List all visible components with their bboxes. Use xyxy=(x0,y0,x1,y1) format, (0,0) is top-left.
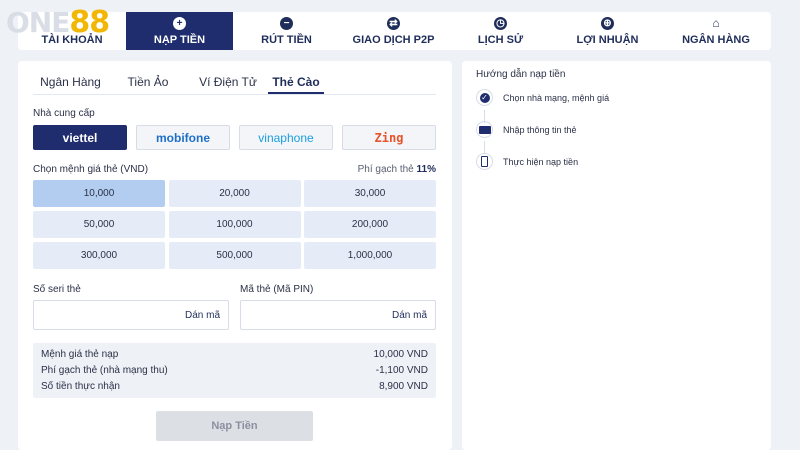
guide-step-label: Thực hiện nạp tiền xyxy=(503,156,579,167)
nav-deposit-label: NẠP TIỀN xyxy=(153,33,206,46)
summary-label: Phí gạch thẻ (nhà mạng thu) xyxy=(41,365,168,376)
provider-list: viettel mobifone vinaphone Zing xyxy=(33,125,436,150)
nav-withdraw-label: RÚT TIỀN xyxy=(261,33,312,46)
card-icon xyxy=(476,121,493,138)
provider-viettel[interactable]: viettel xyxy=(33,125,127,150)
guide-panel: Hướng dẫn nạp tiền ✓ Chọn nhà mạng, mệnh… xyxy=(462,61,771,450)
nav-bank-label: NGÂN HÀNG xyxy=(682,33,750,46)
provider-vinaphone-label: vinaphone xyxy=(258,130,314,145)
plus-icon: + xyxy=(173,16,186,30)
nav-profit-label: LỢI NHUẬN xyxy=(576,33,639,46)
provider-vinaphone[interactable]: vinaphone xyxy=(239,125,333,150)
guide-step-label: Chọn nhà mạng, mệnh giá xyxy=(503,92,610,103)
guide-step-1: ✓ Chọn nhà mạng, mệnh giá xyxy=(476,89,609,106)
pin-paste-button[interactable]: Dán mã xyxy=(392,310,427,321)
pin-field: Dán mã xyxy=(240,300,436,330)
summary-value: 10,000 VND xyxy=(373,349,428,360)
summary-label: Số tiền thực nhận xyxy=(41,381,120,392)
serial-input[interactable] xyxy=(34,301,184,329)
serial-paste-button[interactable]: Dán mã xyxy=(185,310,220,321)
bank-icon: ⌂ xyxy=(712,15,720,30)
nav-withdraw[interactable]: − RÚT TIỀN xyxy=(233,12,340,50)
denomination-option[interactable]: 20,000 xyxy=(168,180,301,207)
summary-row: Số tiền thực nhận 8,900 VND xyxy=(41,379,428,395)
deposit-summary: Mệnh giá thẻ nạp 10,000 VND Phí gạch thẻ… xyxy=(33,343,436,398)
nav-p2p[interactable]: ⇄ GIAO DỊCH P2P xyxy=(340,12,447,50)
minus-icon: − xyxy=(280,16,293,30)
globe-icon: ⊕ xyxy=(601,16,614,30)
denomination-option[interactable]: 1,000,000 xyxy=(304,242,436,269)
provider-viettel-label: viettel xyxy=(62,130,98,145)
nav-p2p-label: GIAO DỊCH P2P xyxy=(352,33,435,46)
guide-step-3: Thực hiện nạp tiền xyxy=(476,153,578,170)
nav-history-label: LỊCH SỬ xyxy=(477,33,524,46)
tab-crypto[interactable]: Tiền Ảo xyxy=(108,71,188,94)
summary-label: Mệnh giá thẻ nạp xyxy=(41,349,119,360)
provider-mobifone-label: mobifone xyxy=(156,130,210,145)
nav-history[interactable]: ◷ LỊCH SỬ xyxy=(447,12,554,50)
provider-mobifone[interactable]: mobifone xyxy=(136,125,230,150)
denomination-grid: 10,000 20,000 30,000 50,000 100,000 200,… xyxy=(33,180,436,269)
fee-label: Phí gạch thẻ xyxy=(357,164,414,175)
tab-bank[interactable]: Ngân Hàng xyxy=(33,71,108,94)
exchange-icon: ⇄ xyxy=(387,16,400,30)
denomination-option[interactable]: 50,000 xyxy=(33,211,165,238)
deposit-submit-button[interactable]: Nạp Tiền xyxy=(156,411,313,441)
logo-text-one: ONE xyxy=(6,5,70,39)
denomination-option[interactable]: 30,000 xyxy=(304,180,436,207)
nav-bank[interactable]: ⌂ NGÂN HÀNG xyxy=(661,12,771,50)
fee-value: 11% xyxy=(416,164,436,175)
phone-icon xyxy=(476,153,493,170)
logo: ONE 88 xyxy=(6,4,110,40)
summary-row: Phí gạch thẻ (nhà mạng thu) -1,100 VND xyxy=(41,363,428,379)
check-circle-icon: ✓ xyxy=(476,89,493,106)
serial-label: Số seri thẻ xyxy=(33,284,81,295)
pin-label: Mã thẻ (Mã PIN) xyxy=(240,284,314,295)
tab-scratch-card[interactable]: Thẻ Cào xyxy=(268,71,324,94)
denomination-option[interactable]: 300,000 xyxy=(33,242,165,269)
denomination-option[interactable]: 500,000 xyxy=(168,242,301,269)
provider-label: Nhà cung cấp xyxy=(33,108,95,119)
provider-zing-label: Zing xyxy=(374,130,404,145)
summary-value: -1,100 VND xyxy=(375,365,428,376)
guide-title: Hướng dẫn nạp tiền xyxy=(476,69,566,80)
provider-zing[interactable]: Zing xyxy=(342,125,436,150)
nav-profit[interactable]: ⊕ LỢI NHUẬN xyxy=(554,12,661,50)
guide-step-label: Nhập thông tin thẻ xyxy=(503,124,577,135)
denomination-option[interactable]: 200,000 xyxy=(304,211,436,238)
tab-e-wallet[interactable]: Ví Điện Tử xyxy=(188,71,268,94)
denomination-option[interactable]: 10,000 xyxy=(33,180,165,207)
summary-value: 8,900 VND xyxy=(379,381,428,392)
deposit-panel: Ngân Hàng Tiền Ảo Ví Điện Tử Thẻ Cào Nhà… xyxy=(18,61,452,450)
denomination-option[interactable]: 100,000 xyxy=(168,211,301,238)
clock-icon: ◷ xyxy=(494,16,507,30)
serial-field: Dán mã xyxy=(33,300,229,330)
logo-text-88: 88 xyxy=(69,4,110,40)
summary-row: Mệnh giá thẻ nạp 10,000 VND xyxy=(41,347,428,363)
top-nav: • TÀI KHOẢN + NẠP TIỀN − RÚT TIỀN ⇄ GIAO… xyxy=(18,12,771,50)
nav-deposit[interactable]: + NẠP TIỀN xyxy=(126,12,233,50)
guide-step-2: Nhập thông tin thẻ xyxy=(476,121,577,138)
deposit-method-tabs: Ngân Hàng Tiền Ảo Ví Điện Tử Thẻ Cào xyxy=(33,71,436,95)
pin-input[interactable] xyxy=(241,301,391,329)
denomination-label: Chọn mệnh giá thẻ (VND) xyxy=(33,164,149,175)
fee-info: Phí gạch thẻ 11% xyxy=(358,164,436,175)
